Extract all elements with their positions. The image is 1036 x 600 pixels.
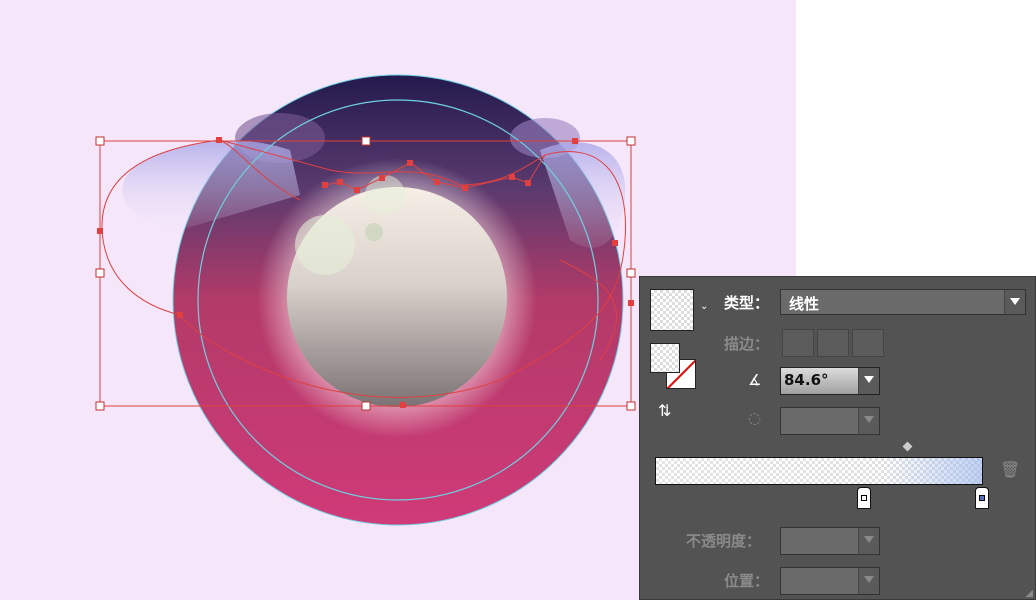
aspect-ratio-input[interactable] [780, 407, 880, 435]
reverse-gradient-icon[interactable]: ⇅ [658, 401, 671, 420]
trash-icon[interactable]: 🗑 [1000, 460, 1020, 479]
chevron-down-icon[interactable]: ⌄ [700, 301, 708, 312]
fill-swatch[interactable] [650, 343, 680, 373]
angle-icon: ∡ [748, 371, 761, 389]
stroke-across-button[interactable] [852, 329, 884, 357]
chevron-down-icon[interactable] [858, 408, 879, 434]
location-input[interactable] [780, 567, 880, 595]
type-label: 类型： [724, 292, 769, 313]
chevron-down-icon[interactable] [858, 528, 879, 554]
type-dropdown[interactable]: 线性 [780, 289, 1026, 315]
aspect-ratio-icon: ◌ [748, 409, 761, 427]
gradient-slider[interactable] [655, 457, 983, 485]
angle-input[interactable]: 84.6° [780, 367, 880, 395]
stroke-along-button[interactable] [817, 329, 849, 357]
midpoint-diamond[interactable] [903, 442, 913, 452]
gradient-fill-swatch[interactable] [650, 289, 694, 331]
location-label: 位置： [724, 570, 769, 591]
chevron-down-icon[interactable] [858, 368, 879, 394]
chevron-down-icon[interactable] [1004, 290, 1025, 314]
resize-grip-icon[interactable]: ◢ [1025, 588, 1033, 599]
gradient-stop-left[interactable] [857, 487, 871, 509]
gradient-panel: ⌄ ⇅ 类型： 线性 描边： ∡ 84.6° ◌ 🗑 不透明度： 位置： ◢ [639, 276, 1036, 600]
gradient-stop-right[interactable] [975, 487, 989, 509]
opacity-input[interactable] [780, 527, 880, 555]
type-value: 线性 [789, 293, 819, 314]
stroke-label: 描边： [724, 333, 769, 354]
stroke-within-button[interactable] [782, 329, 814, 357]
angle-value: 84.6° [784, 371, 829, 389]
opacity-label: 不透明度： [686, 530, 761, 551]
chevron-down-icon[interactable] [858, 568, 879, 594]
